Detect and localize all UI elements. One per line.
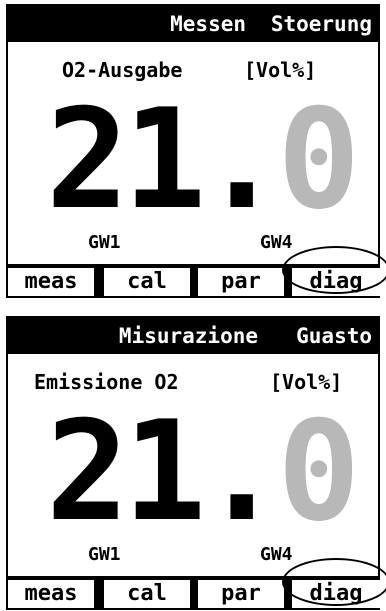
softkey-cal[interactable]: cal (104, 580, 190, 608)
measured-value: 21.0 (46, 402, 360, 542)
state-label: Stoerung (270, 12, 372, 36)
value-decimal-point: . (200, 391, 283, 552)
limit-gw4: GW4 (260, 232, 293, 253)
softkey-par[interactable]: par (198, 268, 284, 296)
mode-label: Misurazione (118, 324, 258, 348)
softkey-meas[interactable]: meas (8, 580, 94, 608)
mode-label: Messen (170, 12, 246, 36)
display-panel-italian: Misurazione Guasto Emissione O2 [Vol%] 2… (6, 316, 386, 610)
limit-gw1: GW1 (88, 544, 121, 565)
limit-gw4: GW4 (260, 544, 293, 565)
value-integer: 21 (46, 79, 206, 240)
softkey-par[interactable]: par (198, 580, 284, 608)
limit-gw1: GW1 (88, 232, 121, 253)
softkey-diag[interactable]: diag (292, 268, 380, 296)
softkey-meas[interactable]: meas (8, 268, 94, 296)
softkey-cal[interactable]: cal (104, 268, 190, 296)
status-bar: Misurazione Guasto (8, 318, 378, 354)
softkey-bar: meas cal par diag (8, 558, 386, 608)
status-bar: Messen Stoerung (8, 6, 378, 42)
measured-value: 21.0 (46, 90, 360, 230)
value-fraction: 0 (277, 391, 360, 552)
value-integer: 21 (46, 391, 206, 552)
display-panel-german: Messen Stoerung O2-Ausgabe [Vol%] 21.0 G… (6, 4, 386, 298)
softkey-bar: meas cal par diag (8, 246, 386, 296)
softkey-diag[interactable]: diag (292, 580, 380, 608)
state-label: Guasto (296, 324, 372, 348)
value-fraction: 0 (277, 79, 360, 240)
value-decimal-point: . (200, 79, 283, 240)
